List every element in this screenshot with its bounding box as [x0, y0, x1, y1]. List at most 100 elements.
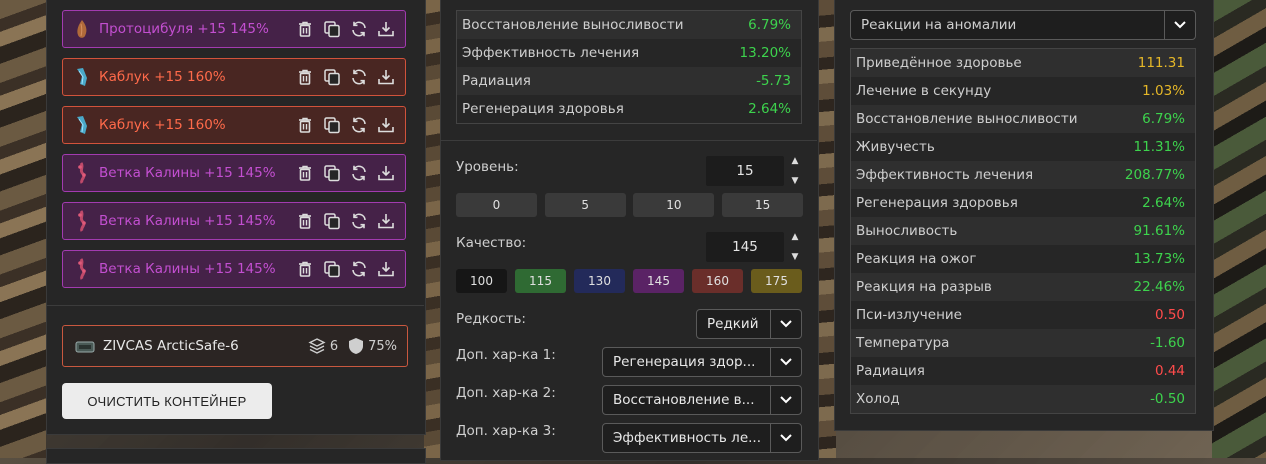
- download-icon[interactable]: [377, 164, 395, 182]
- rarity-select[interactable]: Редкий: [696, 309, 802, 339]
- chevron-down-icon[interactable]: ▼: [792, 252, 799, 262]
- trash-icon[interactable]: [296, 20, 314, 38]
- container-item[interactable]: ZIVCAS ArcticSafe-6 6 75%: [62, 325, 408, 367]
- level-preset-button[interactable]: 0: [456, 193, 537, 217]
- quality-preset-button[interactable]: 115: [515, 269, 566, 293]
- artifact-item[interactable]: Ветка Калины +15 145%: [62, 250, 406, 288]
- chevron-down-icon: [770, 348, 801, 376]
- copy-icon[interactable]: [323, 260, 341, 278]
- artifact-actions: [296, 260, 395, 278]
- level-preset-button[interactable]: 10: [633, 193, 715, 217]
- artifact-name: Протоцибуля +15 145%: [99, 21, 269, 37]
- stat-value: 0.50: [1154, 307, 1185, 323]
- chevron-down-icon: [770, 424, 801, 452]
- extra-property-value: Восстановление в...: [613, 392, 755, 408]
- trash-icon[interactable]: [296, 212, 314, 230]
- artifact-item[interactable]: Ветка Калины +15 145%: [62, 154, 406, 192]
- artifact-actions: [296, 116, 395, 134]
- stat-row: Восстановление выносливости 6.79%: [851, 105, 1195, 133]
- download-icon[interactable]: [377, 260, 395, 278]
- stat-row: Радиация -5.73: [457, 67, 801, 95]
- refresh-icon[interactable]: [350, 116, 368, 134]
- stat-value: 2.64%: [1142, 195, 1185, 211]
- extra-property-select[interactable]: Восстановление в...: [602, 385, 802, 415]
- chevron-down-icon: [770, 386, 801, 414]
- artifact-name: Ветка Калины +15 145%: [99, 261, 276, 277]
- level-preset-button[interactable]: 5: [544, 193, 626, 217]
- trash-icon[interactable]: [296, 164, 314, 182]
- background-right: [1212, 0, 1266, 458]
- stat-label: Эффективность лечения: [856, 167, 1034, 183]
- download-icon[interactable]: [377, 68, 395, 86]
- artifact-icon: [75, 66, 89, 88]
- stat-row: Живучесть 11.31%: [851, 133, 1195, 161]
- copy-icon[interactable]: [323, 164, 341, 182]
- extra-property-label: Доп. хар-ка 2:: [456, 385, 556, 401]
- artifact-icon: [75, 210, 89, 232]
- background-left: [0, 0, 46, 458]
- artifact-item[interactable]: Протоцибуля +15 145%: [62, 10, 406, 48]
- stat-label: Эффективность лечения: [462, 45, 640, 61]
- stat-value: 13.20%: [739, 45, 791, 61]
- copy-icon[interactable]: [323, 20, 341, 38]
- stat-label: Выносливость: [856, 223, 958, 239]
- refresh-icon[interactable]: [350, 20, 368, 38]
- level-preset-button[interactable]: 15: [722, 193, 804, 217]
- stat-label: Лечение в секунду: [856, 83, 992, 99]
- trash-icon[interactable]: [296, 68, 314, 86]
- stat-value: 13.73%: [1133, 251, 1185, 267]
- artifact-item[interactable]: Каблук +15 160%: [62, 58, 406, 96]
- reaction-select[interactable]: Реакции на аномалии: [850, 10, 1196, 40]
- refresh-icon[interactable]: [350, 260, 368, 278]
- level-input[interactable]: 15: [706, 156, 784, 186]
- quality-preset-button[interactable]: 145: [633, 269, 684, 293]
- quality-preset-button[interactable]: 160: [692, 269, 743, 293]
- artifact-icon: [75, 162, 89, 184]
- stat-label: Регенерация здоровья: [462, 101, 624, 117]
- download-icon[interactable]: [377, 116, 395, 134]
- stat-label: Живучесть: [856, 139, 935, 155]
- copy-icon[interactable]: [323, 212, 341, 230]
- level-label: Уровень:: [456, 159, 519, 175]
- stat-value: 0.44: [1154, 363, 1185, 379]
- artifact-item[interactable]: Каблук +15 160%: [62, 106, 406, 144]
- download-icon[interactable]: [377, 20, 395, 38]
- artifact-name: Ветка Калины +15 145%: [99, 165, 276, 181]
- stat-value: 11.31%: [1133, 139, 1185, 155]
- stat-value: 6.79%: [748, 17, 791, 33]
- refresh-icon[interactable]: [350, 68, 368, 86]
- stat-value: 22.46%: [1133, 279, 1185, 295]
- stat-value: 111.31: [1137, 55, 1185, 71]
- refresh-icon[interactable]: [350, 164, 368, 182]
- quality-preset-button[interactable]: 100: [456, 269, 507, 293]
- trash-icon[interactable]: [296, 260, 314, 278]
- clear-container-button[interactable]: ОЧИСТИТЬ КОНТЕЙНЕР: [62, 383, 272, 419]
- chevron-up-icon[interactable]: ▲: [792, 156, 799, 166]
- stat-row: Пси-излучение 0.50: [851, 301, 1195, 329]
- chevron-down-icon: [1164, 11, 1195, 39]
- extra-property-label: Доп. хар-ка 1:: [456, 347, 556, 363]
- stat-label: Пси-излучение: [856, 307, 962, 323]
- copy-icon[interactable]: [323, 116, 341, 134]
- quality-input[interactable]: 145: [706, 232, 784, 262]
- container-icon: [75, 339, 95, 353]
- extra-property-select[interactable]: Эффективность ле...: [602, 423, 802, 453]
- extra-property-label: Доп. хар-ка 3:: [456, 423, 556, 439]
- extra-property-select[interactable]: Регенерация здор...: [602, 347, 802, 377]
- download-icon[interactable]: [377, 212, 395, 230]
- rarity-label: Редкость:: [456, 311, 526, 327]
- chevron-up-icon[interactable]: ▲: [792, 232, 799, 242]
- chevron-down-icon[interactable]: ▼: [792, 176, 799, 186]
- quality-preset-button[interactable]: 175: [751, 269, 802, 293]
- artifact-name: Ветка Калины +15 145%: [99, 213, 276, 229]
- stat-row: Регенерация здоровья 2.64%: [457, 95, 801, 123]
- trash-icon[interactable]: [296, 116, 314, 134]
- divider: [440, 140, 817, 141]
- refresh-icon[interactable]: [350, 212, 368, 230]
- quality-preset-button[interactable]: 130: [574, 269, 625, 293]
- quality-stepper[interactable]: ▲ ▼: [789, 232, 801, 262]
- stat-row: Выносливость 91.61%: [851, 217, 1195, 245]
- copy-icon[interactable]: [323, 68, 341, 86]
- level-stepper[interactable]: ▲ ▼: [789, 156, 801, 186]
- artifact-item[interactable]: Ветка Калины +15 145%: [62, 202, 406, 240]
